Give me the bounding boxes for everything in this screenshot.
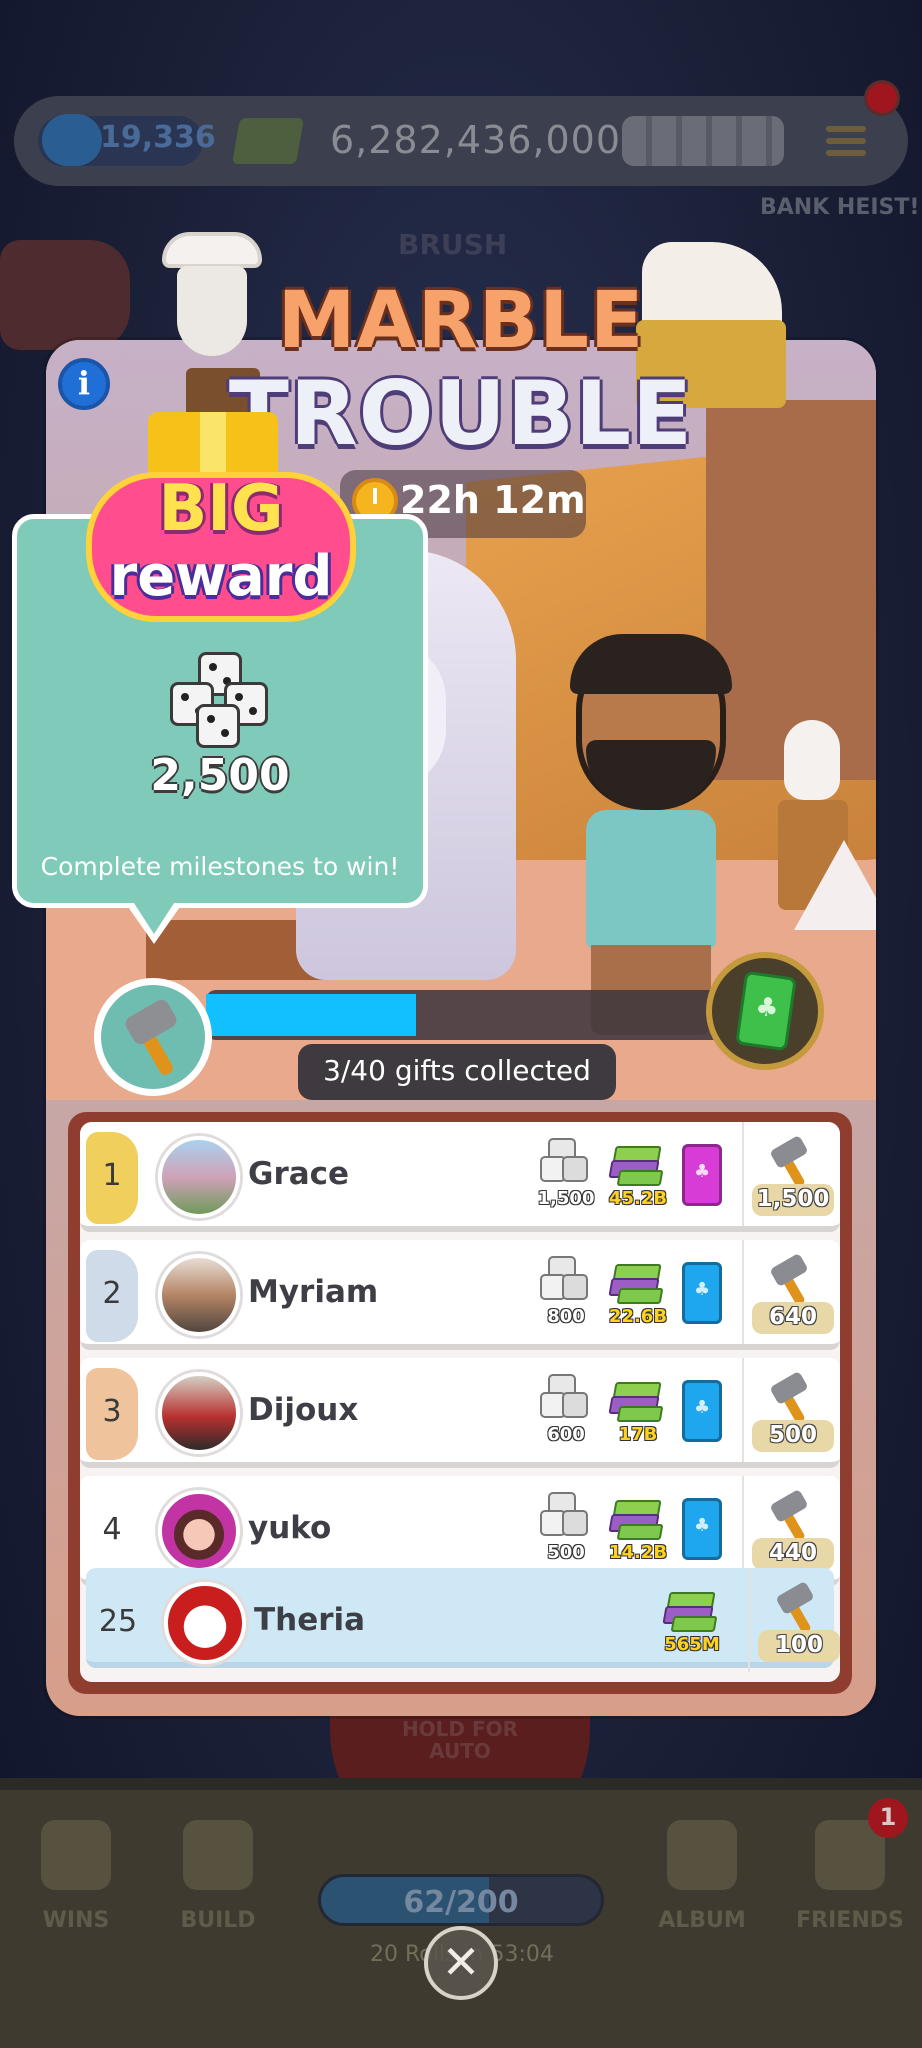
friends-badge: 1 [868,1798,908,1838]
money-stack-icon [231,118,305,164]
nav-album: ALBUM [642,1820,762,1933]
reward-card-pointer-fill [132,900,176,934]
avatar[interactable] [158,1490,240,1572]
cash-reward-amount: 17B [618,1424,658,1445]
nav-build: BUILD [158,1820,278,1933]
score-cell: 440 [742,1476,840,1580]
cash-stack-icon [608,1494,666,1542]
hammer-icon [766,1252,816,1307]
cash-stack-icon [662,1586,720,1634]
player-name: Grace [248,1156,350,1192]
leaderboard-row[interactable]: 3 Dijoux 17B 600 500 [80,1358,840,1468]
dice-reward-amount: 1,500 [537,1188,595,1209]
event-title-line1: MARBLE [277,276,645,366]
dice-reward-amount: 500 [547,1542,585,1563]
sticker-pack-icon [682,1262,722,1324]
sticker-pack-icon [682,1498,722,1560]
sculptor-hair [570,634,732,694]
cash-stack-icon [608,1258,666,1306]
player-score: 100 [774,1632,823,1658]
dice-reward-amount: 600 [547,1424,585,1445]
sculptor-body [586,810,716,950]
leaderboard[interactable]: 1 Grace 45.2B 1,500 1,500 2 Myriam 22.6B 800 6… [80,1122,840,1682]
player-score: 440 [768,1540,817,1566]
player-score: 640 [768,1304,817,1330]
event-timer: 22h 12m [400,478,586,522]
leaderboard-row[interactable]: 1 Grace 45.2B 1,500 1,500 [80,1122,840,1232]
hammer-icon [766,1134,816,1189]
cash-stack-icon [608,1140,666,1188]
rank-number: 1 [102,1158,122,1193]
nav-wins: WINS [16,1820,136,1933]
player-name: yuko [248,1510,332,1546]
reward-caption: Complete milestones to win! [40,852,400,881]
brush-event-label: BRUSH [398,228,508,261]
notification-dot [864,80,900,116]
rank-number: 4 [102,1512,122,1547]
hammer-icon [94,978,212,1096]
avatar[interactable] [164,1582,246,1664]
big-reward-subtitle: reward [109,544,333,609]
sticker-pack-icon [682,1144,722,1206]
milestone-progress-fill [206,994,416,1036]
dice-icon [166,652,278,756]
clipboard-icon [41,1820,111,1890]
sticker-pack-reward-icon[interactable] [706,952,824,1070]
cash-counter-text: 19,336 [100,120,216,155]
cash-reward-amount: 14.2B [608,1542,668,1563]
score-cell: 1,500 [742,1122,840,1226]
avatar[interactable] [158,1372,240,1454]
score-cell: 100 [748,1568,840,1672]
avatar[interactable] [158,1136,240,1218]
rank-number: 2 [102,1276,122,1311]
player-score: 1,500 [756,1186,830,1212]
marble-pyramid [794,840,876,930]
rank-number: 3 [102,1394,122,1429]
hammer-icon [766,1370,816,1425]
player-name: Myriam [248,1274,379,1310]
menu-icon [826,120,866,162]
reward-dice-amount: 2,500 [150,750,290,801]
leaderboard-row-self[interactable]: 25 Theria 565M 100 [86,1568,840,1672]
hammer-icon [183,1820,253,1890]
roll-progress: 62/200 [318,1874,604,1926]
score-cell: 500 [742,1358,840,1462]
big-reward-title: BIG [158,472,284,546]
cash-reward-amount: 565M [664,1634,720,1655]
piggy-bank-icon [42,114,102,166]
bank-heist-label: BANK HEIST! [760,195,920,220]
roll-counter: 62/200 [403,1885,519,1920]
avatar[interactable] [158,1254,240,1336]
player-score: 500 [768,1422,817,1448]
net-worth-bar [622,116,784,166]
leaderboard-row[interactable]: 2 Myriam 22.6B 800 640 [80,1240,840,1350]
score-cell: 640 [742,1240,840,1344]
hold-for-auto-label: HOLD FOR AUTO [401,1717,519,1763]
dice-reward-amount: 800 [547,1306,585,1327]
sticker-pack-icon [682,1380,722,1442]
hammer-icon [772,1580,822,1635]
event-title-line2: TROUBLE [228,362,694,465]
album-icon [667,1820,737,1890]
rank-number: 25 [98,1604,138,1639]
cash-reward-amount: 45.2B [608,1188,668,1209]
cash-reward-amount: 22.6B [608,1306,668,1327]
money-total-text: 6,282,436,000 [330,118,622,162]
cash-stack-icon [608,1376,666,1424]
vase [784,720,840,800]
player-name: Theria [254,1602,366,1638]
player-name: Dijoux [248,1392,359,1428]
hammer-icon [766,1488,816,1543]
close-button[interactable]: ✕ [424,1926,498,2000]
gifts-collected-label: 3/40 gifts collected [323,1054,591,1087]
